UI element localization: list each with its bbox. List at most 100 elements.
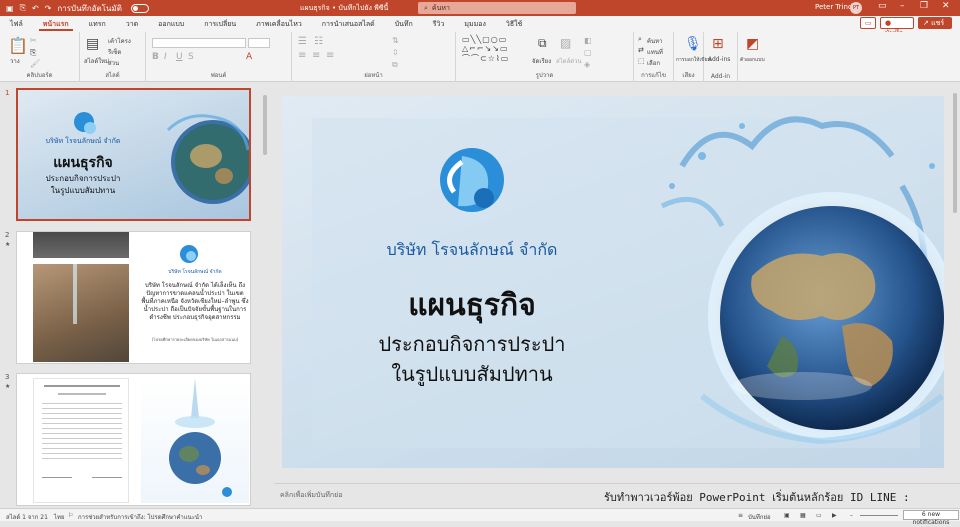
search-input[interactable]: ⌕ ค้นหา [418,2,576,14]
arrange-icon[interactable]: ⧉ [538,36,547,51]
drawing-group: ▭╲╲▢○▭ △⌐⌐↘↘▭ ⌒⌒⊂☆⌇▭ ⧉ จัดเรียง ▨ สไตล์ด่ว… [456,32,634,82]
microphone-icon[interactable]: 🎙 [684,36,702,52]
layout-button[interactable]: เค้าโครง [108,36,131,46]
share-button[interactable]: ↗ แชร์ [918,17,952,29]
paragraph-group: ☰ ☷ ≡ ≡ ≡ ⇅ ⇳ ⧉ ย่อหน้า [292,32,456,82]
align-text-icon[interactable]: ⇳ [392,48,399,57]
tab-5[interactable]: การเปลี่ยน [194,16,246,32]
tab-2[interactable]: แทรก [79,16,116,32]
clipboard-group: 📋 วาง ✂ ⎘ 🖌 คลิปบอร์ด [0,32,80,82]
numbering-icon[interactable]: ☷ [314,36,323,47]
quick-styles-icon[interactable]: ▨ [560,36,571,50]
notification-toast[interactable]: 6 new notifications [903,510,959,526]
paste-label: วาง [10,58,20,65]
strikethrough-icon[interactable]: S [188,52,194,62]
record-icon: ● [885,19,892,27]
tab-0[interactable]: ไฟล์ [0,16,33,32]
quick-styles-label: สไตล์ด่วน [556,58,582,65]
slide-company-name[interactable]: บริษัท โรจนลักษณ์ จำกัด [342,238,602,263]
smartart-icon[interactable]: ⧉ [392,60,398,70]
group-label-addin: Add-in [710,73,731,80]
font-name-input[interactable] [152,38,246,48]
main-slide[interactable]: บริษัท โรจนลักษณ์ จำกัด แผนธุรกิจ ประกอบ… [282,96,944,468]
slide-scrollbar-thumb[interactable] [953,93,957,213]
minimize-icon[interactable]: – [900,1,905,11]
zoom-out-icon[interactable]: – [850,512,853,519]
find-icon[interactable]: ⌕ [638,35,642,44]
slideshow-icon[interactable]: ▶ [832,512,837,519]
thumb3-earth-image [141,378,249,503]
font-color-icon[interactable]: A [246,52,252,62]
user-name[interactable]: Peter Trind [815,3,852,11]
cut-icon[interactable]: ✂ [30,36,37,45]
slide-thumbnail-pane[interactable]: 1 บริษัท โรจนลักษณ์ จำกัด แผนธุรกิจ ประก… [0,83,272,508]
replace-icon[interactable]: ⇄ [638,46,644,54]
italic-icon[interactable]: I [164,52,167,62]
tab-4[interactable]: ออกแบบ [148,16,194,32]
autosave-toggle[interactable] [130,3,149,13]
find-button[interactable]: ค้นหา [647,36,662,46]
shape-fill-icon[interactable]: ◧ [584,36,592,45]
slide-sorter-icon[interactable]: ▦ [800,512,806,519]
tab-1[interactable]: หน้าแรก [33,16,79,32]
designer-icon[interactable]: ◩ [746,36,759,52]
select-icon[interactable]: ⬚ [638,57,645,65]
addins-icon[interactable]: ⊞ [712,36,724,52]
select-button[interactable]: เลือก [647,58,660,68]
reading-view-icon[interactable]: ▭ [816,512,822,519]
tab-6[interactable]: ภาพเคลื่อนไหว [246,16,312,32]
tab-8[interactable]: บันทึก [385,16,423,32]
tab-11[interactable]: วิธีใช้ [496,16,532,32]
section-button[interactable]: ส่วน [108,58,119,68]
slide-subtitle-2[interactable]: ในรูปแบบสัมปทาน [342,358,602,390]
undo-icon[interactable]: ↶ [32,4,39,13]
record-button[interactable]: ● บันทึก [880,17,914,37]
zoom-slider[interactable] [860,515,898,516]
shape-effects-icon[interactable]: ◈ [584,60,590,69]
comment-button[interactable]: ▭ [860,17,876,29]
copy-icon[interactable]: ⎘ [30,48,36,58]
slide-scrollbar[interactable] [950,83,960,483]
redo-icon[interactable]: ↷ [45,4,52,13]
replace-button[interactable]: แทนที่ [647,47,663,57]
font-size-input[interactable] [248,38,270,48]
share-label: แชร์ [931,19,945,27]
ribbon: 📋 วาง ✂ ⎘ 🖌 คลิปบอร์ด ▤ สไลด์ใหม่ เค้าโค… [0,32,960,82]
align-center-icon[interactable]: ≡ [312,50,320,61]
accessibility-icon[interactable]: ⚐ [68,512,73,519]
thumb3-document-image [33,378,129,503]
thumbnail-scrollbar[interactable] [261,85,269,505]
format-painter-icon[interactable]: 🖌 [30,59,40,68]
align-left-icon[interactable]: ≡ [298,50,306,61]
reset-button[interactable]: รีเซ็ต [108,47,121,57]
slide-subtitle-1[interactable]: ประกอบกิจการประปา [342,328,602,360]
new-slide-icon[interactable]: ▤ [86,36,99,52]
slide-title[interactable]: แผนธุรกิจ [342,282,602,329]
slide-thumbnail-1[interactable]: บริษัท โรจนลักษณ์ จำกัด แผนธุรกิจ ประกอบ… [16,88,251,221]
shapes-gallery-icon[interactable]: ▭╲╲▢○▭ △⌐⌐↘↘▭ ⌒⌒⊂☆⌇▭ [462,35,509,64]
underline-icon[interactable]: U [176,52,183,62]
thumbnail-scrollbar-thumb[interactable] [263,95,267,155]
tab-9[interactable]: รีวิว [423,16,455,32]
notes-pane[interactable]: คลิกเพื่อเพิ่มบันทึกย่อ รับทำพาวเวอร์พ้อ… [274,483,960,519]
bullets-icon[interactable]: ☰ [298,36,307,47]
close-icon[interactable]: ✕ [942,1,950,11]
paste-icon[interactable]: 📋 [8,36,28,55]
text-direction-icon[interactable]: ⇅ [392,36,399,45]
shape-outline-icon[interactable]: ▢ [584,48,592,57]
notes-placeholder[interactable]: คลิกเพื่อเพิ่มบันทึกย่อ [280,490,342,501]
slide-thumbnail-2[interactable]: บริษัท โรจนลักษณ์ จำกัด บริษัท โรจนลักษณ… [16,231,251,364]
notes-icon[interactable]: ≡ [738,512,743,519]
tab-10[interactable]: มุมมอง [454,16,495,32]
slide-thumbnail-3[interactable] [16,373,251,506]
group-label-clipboard: คลิปบอร์ด [26,72,53,79]
avatar[interactable]: PT [850,2,862,14]
restore-icon[interactable]: ❐ [920,1,928,11]
align-right-icon[interactable]: ≡ [326,50,334,61]
bold-icon[interactable]: B [152,52,159,62]
save-icon[interactable]: ⎘ [20,3,26,13]
ribbon-display-icon[interactable]: ▭ [878,1,887,11]
tab-7[interactable]: การนำเสนอสไลด์ [312,16,385,32]
tab-3[interactable]: วาด [116,16,148,32]
normal-view-icon[interactable]: ▣ [784,512,790,519]
